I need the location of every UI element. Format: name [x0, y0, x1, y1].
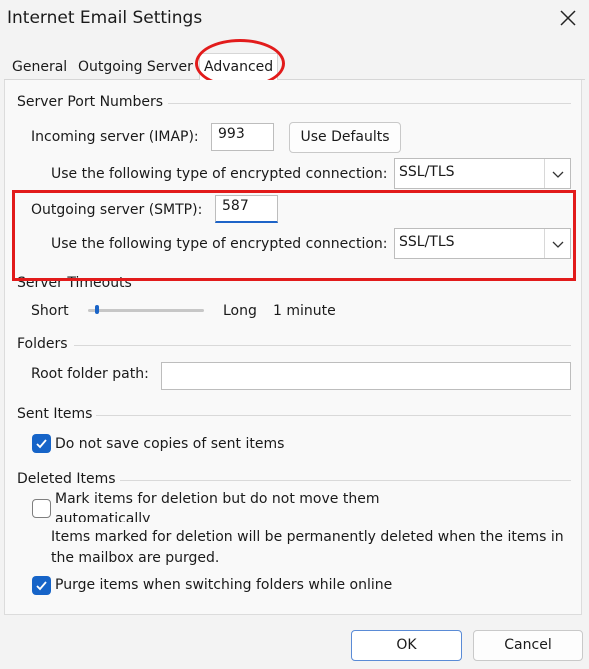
- mark-deletion-checkbox[interactable]: [32, 499, 51, 518]
- section-folders-label: Folders: [17, 336, 72, 352]
- no-save-checkbox[interactable]: [32, 434, 51, 453]
- purge-checkbox[interactable]: [32, 576, 51, 595]
- incoming-server-label: Incoming server (IMAP):: [31, 129, 199, 145]
- mark-deletion-label-clip: Mark items for deletion but do not move …: [55, 488, 505, 522]
- deletion-note-line1: Items marked for deletion will be perman…: [51, 529, 564, 545]
- no-save-label: Do not save copies of sent items: [55, 436, 285, 452]
- purge-label: Purge items when switching folders while…: [55, 577, 393, 593]
- section-server-ports-label: Server Port Numbers: [17, 94, 168, 110]
- incoming-port-value: 993: [218, 126, 245, 142]
- timeout-slider-thumb[interactable]: [95, 305, 100, 314]
- cancel-button[interactable]: Cancel: [473, 630, 583, 661]
- close-icon: [560, 10, 576, 26]
- root-folder-input[interactable]: [161, 362, 571, 390]
- chevron-down-icon: [544, 159, 570, 188]
- root-folder-label: Root folder path:: [31, 366, 149, 382]
- deletion-note-line2: the mailbox are purged.: [51, 550, 220, 566]
- timeout-short-label: Short: [31, 303, 69, 319]
- window-title: Internet Email Settings: [7, 8, 203, 28]
- section-divider: [96, 415, 571, 416]
- timeout-value-label: 1 minute: [273, 303, 336, 319]
- section-deleted-items-label: Deleted Items: [17, 471, 120, 487]
- annotation-rectangle: [12, 190, 576, 281]
- incoming-encryption-value: SSL/TLS: [399, 164, 455, 180]
- mark-deletion-label-line2: automatically: [55, 511, 151, 522]
- close-button[interactable]: [556, 6, 580, 30]
- checkmark-icon: [36, 581, 47, 591]
- incoming-port-input[interactable]: 993: [211, 123, 274, 151]
- mark-deletion-label-line1: Mark items for deletion but do not move …: [55, 491, 380, 507]
- timeout-slider[interactable]: [88, 309, 204, 312]
- section-divider: [74, 345, 571, 346]
- incoming-encryption-label: Use the following type of encrypted conn…: [51, 166, 388, 182]
- checkmark-icon: [36, 439, 47, 449]
- tab-general[interactable]: General: [8, 56, 71, 80]
- incoming-encryption-select[interactable]: SSL/TLS: [394, 158, 571, 189]
- section-sent-items-label: Sent Items: [17, 406, 97, 422]
- tab-outgoing-server[interactable]: Outgoing Server: [74, 56, 197, 80]
- timeout-long-label: Long: [223, 303, 257, 319]
- section-divider: [117, 480, 571, 481]
- section-divider: [168, 103, 571, 104]
- use-defaults-button[interactable]: Use Defaults: [289, 122, 401, 153]
- ok-button[interactable]: OK: [351, 630, 462, 661]
